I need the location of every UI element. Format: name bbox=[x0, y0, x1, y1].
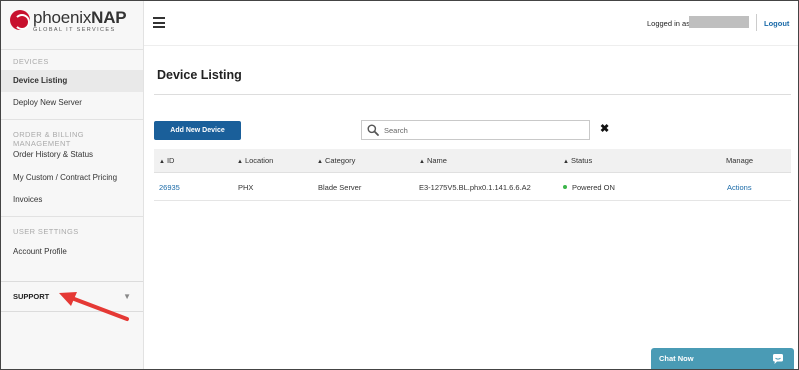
device-id-link[interactable]: 26935 bbox=[159, 174, 180, 201]
sort-icon: ▲︎ bbox=[237, 159, 243, 165]
search-box[interactable] bbox=[361, 120, 590, 140]
caret-down-icon: ▼ bbox=[123, 292, 131, 301]
sidebar-item-invoices[interactable]: Invoices bbox=[1, 189, 143, 211]
column-header-location[interactable]: ▲︎ Location bbox=[237, 149, 273, 174]
logged-in-label: Logged in as bbox=[647, 19, 690, 28]
chat-label: Chat Now bbox=[659, 354, 694, 363]
chat-bubble-icon bbox=[773, 354, 783, 364]
menu-toggle-icon[interactable] bbox=[153, 17, 165, 28]
sidebar-item-device-listing[interactable]: Device Listing bbox=[1, 70, 143, 92]
header-divider bbox=[144, 45, 798, 46]
brand-name: phoenixNAP bbox=[33, 8, 127, 27]
title-divider bbox=[154, 94, 791, 95]
search-icon bbox=[367, 124, 379, 136]
column-header-category[interactable]: ▲︎ Category bbox=[317, 149, 355, 174]
logout-link[interactable]: Logout bbox=[764, 19, 789, 28]
actions-link[interactable]: Actions bbox=[727, 174, 752, 201]
column-header-id[interactable]: ▲︎ ID bbox=[159, 149, 174, 174]
app-window: phoenixNAP GLOBAL IT SERVICES DEVICES De… bbox=[0, 0, 799, 370]
page-title: Device Listing bbox=[157, 68, 242, 82]
brand-tagline: GLOBAL IT SERVICES bbox=[33, 27, 116, 33]
sort-icon: ▲︎ bbox=[317, 159, 323, 165]
brand-logo[interactable]: phoenixNAP GLOBAL IT SERVICES bbox=[10, 8, 140, 40]
table-row: 26935 PHX Blade Server E3-1275V5.BL.phx0… bbox=[154, 174, 791, 201]
sidebar-item-deploy-new-server[interactable]: Deploy New Server bbox=[1, 92, 143, 114]
device-name: E3-1275V5.BL.phx0.1.141.6.6.A2 bbox=[419, 183, 531, 192]
sidebar-divider bbox=[1, 119, 143, 120]
column-header-status[interactable]: ▲︎ Status bbox=[563, 149, 592, 174]
sidebar-heading-devices: DEVICES bbox=[13, 57, 49, 66]
device-category: Blade Server bbox=[318, 183, 362, 192]
column-header-name[interactable]: ▲︎ Name bbox=[419, 149, 447, 174]
status-dot-icon bbox=[563, 185, 567, 189]
search-input[interactable] bbox=[384, 123, 584, 137]
sidebar: phoenixNAP GLOBAL IT SERVICES DEVICES De… bbox=[1, 1, 144, 369]
clear-search-icon[interactable]: ✖ bbox=[600, 123, 609, 135]
support-section[interactable]: SUPPORT ▼ bbox=[1, 281, 143, 312]
support-label: SUPPORT bbox=[13, 292, 50, 301]
sidebar-divider bbox=[1, 49, 143, 50]
sidebar-item-order-history[interactable]: Order History & Status bbox=[1, 144, 143, 166]
sidebar-item-account-profile[interactable]: Account Profile bbox=[1, 241, 143, 263]
sort-icon: ▲︎ bbox=[563, 159, 569, 165]
add-new-device-button[interactable]: Add New Device bbox=[154, 121, 241, 140]
table-header: ▲︎ ID ▲︎ Location ▲︎ Category ▲︎ Name ▲︎ Stat… bbox=[154, 149, 791, 173]
device-location: PHX bbox=[238, 183, 254, 192]
redacted-username bbox=[689, 16, 749, 28]
sidebar-divider bbox=[1, 216, 143, 217]
column-header-manage: Manage bbox=[726, 156, 754, 165]
header-separator bbox=[756, 14, 757, 31]
device-status: Powered ON bbox=[563, 174, 615, 201]
chat-now-button[interactable]: Chat Now bbox=[651, 348, 794, 369]
sidebar-item-custom-pricing[interactable]: My Custom / Contract Pricing bbox=[1, 167, 143, 189]
sort-icon: ▲︎ bbox=[159, 159, 165, 165]
globe-icon bbox=[10, 10, 30, 30]
sidebar-heading-user-settings: USER SETTINGS bbox=[13, 227, 79, 236]
sort-icon: ▲︎ bbox=[419, 159, 425, 165]
